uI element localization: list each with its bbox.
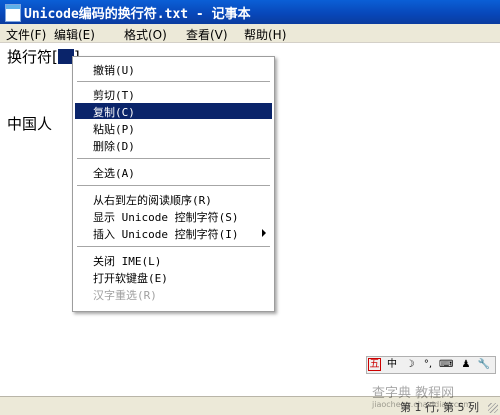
menu-separator — [77, 185, 270, 186]
menu-separator — [77, 158, 270, 159]
menu-item-cut[interactable]: 剪切(T) — [75, 86, 272, 102]
menu-item-undo[interactable]: 撤销(U) — [75, 61, 272, 77]
menu-bar: 文件(F) 编辑(E) 格式(O) 查看(V) 帮助(H) — [0, 24, 500, 43]
text-line-1: 换行符[] — [7, 46, 80, 67]
context-menu: 撤销(U) 剪切(T) 复制(C) 粘贴(P) 删除(D) 全选(A) 从右到左… — [72, 56, 275, 312]
notepad-icon — [5, 4, 21, 22]
menu-format[interactable]: 格式(O) — [124, 26, 167, 43]
menu-item-paste[interactable]: 粘贴(P) — [75, 120, 272, 136]
menu-item-copy[interactable]: 复制(C) — [75, 103, 272, 119]
chinese-mode-icon[interactable]: 中 — [385, 358, 399, 372]
menu-separator — [77, 246, 270, 247]
text-line-2: 中国人 — [7, 115, 53, 133]
menu-item-soft-keyboard[interactable]: 打开软键盘(E) — [75, 269, 272, 285]
menu-help[interactable]: 帮助(H) — [244, 26, 286, 43]
menu-file[interactable]: 文件(F) — [6, 26, 46, 43]
menu-item-delete[interactable]: 删除(D) — [75, 137, 272, 153]
wrench-icon[interactable]: 🔧 — [477, 358, 491, 372]
title-bar[interactable]: Unicode编码的换行符.txt - 记事本 — [0, 0, 500, 24]
menu-item-show-unicode-control[interactable]: 显示 Unicode 控制字符(S) — [75, 208, 272, 224]
notepad-window: Unicode编码的换行符.txt - 记事本 文件(F) 编辑(E) 格式(O… — [0, 0, 500, 415]
submenu-arrow-icon — [262, 229, 266, 237]
line-1-text: 换行符[ — [7, 48, 58, 66]
ime-toolbar: 五 中 ☽ °, ⌨ ♟ 🔧 — [366, 356, 496, 374]
menu-separator — [77, 81, 270, 82]
menu-item-rtl-reading[interactable]: 从右到左的阅读顺序(R) — [75, 191, 272, 207]
menu-edit[interactable]: 编辑(E) — [54, 26, 95, 43]
watermark: 查字典 教程网 — [372, 386, 455, 401]
window-title: Unicode编码的换行符.txt - 记事本 — [24, 7, 251, 22]
menu-item-select-all[interactable]: 全选(A) — [75, 164, 272, 180]
soft-keyboard-icon[interactable]: ⌨ — [439, 358, 453, 372]
resize-grip-icon[interactable] — [488, 403, 498, 413]
menu-item-close-ime[interactable]: 关闭 IME(L) — [75, 252, 272, 268]
menu-view[interactable]: 查看(V) — [186, 26, 228, 43]
wubi-ime-icon[interactable]: 五 — [368, 358, 381, 371]
user-icon[interactable]: ♟ — [459, 358, 473, 372]
half-width-moon-icon[interactable]: ☽ — [403, 358, 417, 372]
punctuation-icon[interactable]: °, — [421, 358, 435, 372]
menu-item-reconvert: 汉字重选(R) — [93, 289, 157, 302]
menu-item-insert-unicode-control[interactable]: 插入 Unicode 控制字符(I) — [75, 225, 272, 241]
watermark-url: jiaocheng.chazidian.com — [372, 400, 472, 409]
